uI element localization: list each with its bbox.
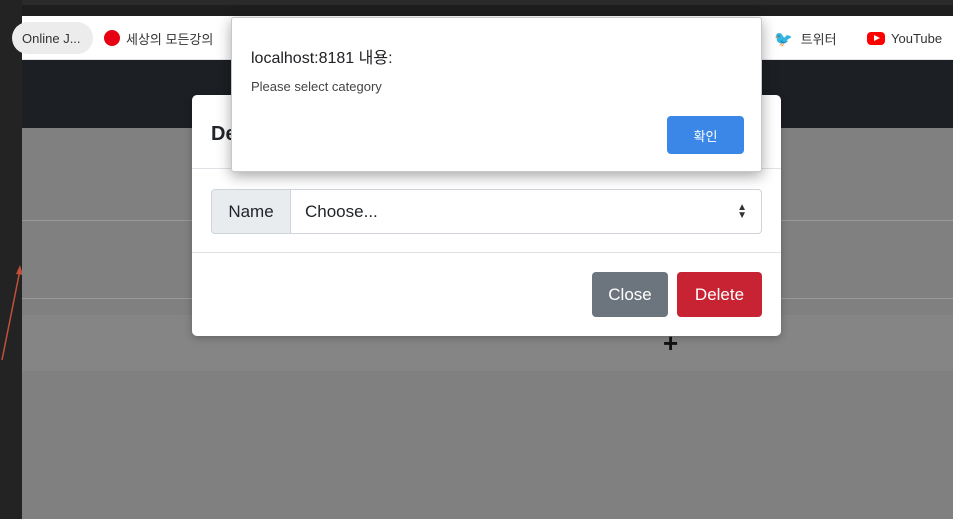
close-button[interactable]: Close: [592, 272, 668, 317]
alert-message: Please select category: [251, 79, 382, 94]
browser-alert-dialog: localhost:8181 내용: Please select categor…: [231, 17, 762, 172]
category-select[interactable]: Choose... ▲ ▼: [291, 189, 762, 234]
bookmark-twitter[interactable]: 🐦 트위터: [774, 16, 837, 60]
select-caret-icon: ▲ ▼: [737, 202, 747, 221]
twitter-icon: 🐦: [774, 31, 793, 48]
delete-button[interactable]: Delete: [677, 272, 762, 317]
select-value: Choose...: [305, 201, 378, 221]
bookmark-label: 트위터: [800, 31, 837, 47]
name-input-group: Name Choose... ▲ ▼: [211, 189, 762, 234]
alert-ok-button[interactable]: 확인: [667, 116, 744, 154]
modal-body: Name Choose... ▲ ▼: [192, 169, 781, 253]
red-d-logo-icon: [104, 30, 120, 46]
bookmark-youtube[interactable]: YouTube: [867, 16, 942, 60]
alert-title: localhost:8181 내용:: [251, 50, 393, 67]
bookmark-online-j[interactable]: Online J...: [12, 22, 93, 54]
bookmark-all-lectures[interactable]: 세상의 모든강의: [104, 16, 213, 60]
bookmark-label: YouTube: [891, 30, 943, 46]
youtube-icon: [867, 31, 885, 45]
bookmark-label: Online J...: [22, 30, 81, 46]
name-label: Name: [211, 189, 291, 234]
bookmark-label: 세상의 모든강의: [126, 31, 214, 47]
modal-footer: Close Delete: [192, 253, 781, 335]
desktop-left-strip: [0, 0, 22, 519]
desktop-top-strip: [0, 0, 953, 5]
